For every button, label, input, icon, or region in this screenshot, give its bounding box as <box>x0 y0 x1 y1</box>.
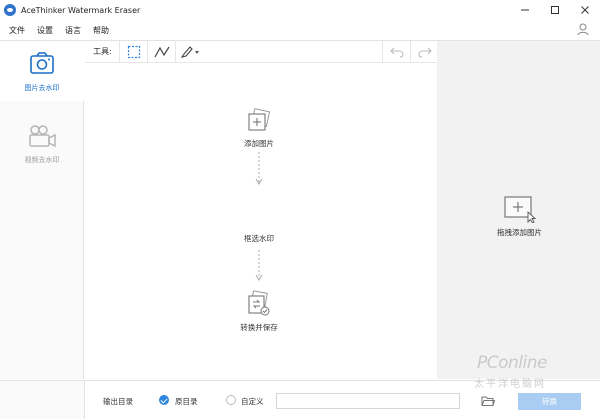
window-controls <box>510 0 600 20</box>
sidebar-item-label: 图片去水印 <box>24 84 60 92</box>
sidebar-item-image-watermark[interactable]: 图片去水印 <box>0 41 84 101</box>
drop-label: 拖拽添加图片 <box>497 228 542 237</box>
sidebar-item-label: 视频去水印 <box>24 156 60 164</box>
sidebar-item-video-watermark[interactable]: 视频去水印 <box>0 113 84 173</box>
title-bar: AceThinker Watermark Eraser <box>0 0 600 20</box>
tool-bar: 工具: <box>85 40 438 63</box>
undo-icon <box>389 47 404 58</box>
workflow-canvas: 添加图片 框选水印 转换并保存 <box>85 64 437 379</box>
rect-select-button[interactable] <box>119 40 147 63</box>
step-label: 添加图片 <box>244 139 274 148</box>
image-icon <box>27 49 57 79</box>
brush-icon <box>180 45 199 58</box>
step-select-watermark: 框选水印 <box>219 229 299 244</box>
step-label: 转换并保存 <box>240 323 278 332</box>
output-dir-label: 输出目录 <box>103 397 133 406</box>
output-footer: 输出目录 原目录 自定义 转换 <box>85 380 600 419</box>
drop-panel[interactable]: 拖拽添加图片 <box>437 41 600 379</box>
convert-save-icon <box>248 290 270 316</box>
undo-button[interactable] <box>382 41 410 63</box>
drop-zone[interactable]: 拖拽添加图片 <box>482 195 557 238</box>
menu-language[interactable]: 语言 <box>65 25 81 36</box>
flow-arrow-icon <box>255 250 263 281</box>
brush-button[interactable] <box>175 40 203 63</box>
maximize-button[interactable] <box>540 0 570 20</box>
footer-sidebar-area <box>0 380 85 419</box>
video-camera-icon <box>27 121 57 151</box>
menu-bar: 文件 设置 语言 帮助 <box>0 20 600 40</box>
radio-custom-dir[interactable] <box>226 395 236 405</box>
folder-icon[interactable] <box>481 394 495 408</box>
maximize-icon <box>551 6 559 14</box>
menu-file[interactable]: 文件 <box>9 25 25 36</box>
rect-select-icon <box>127 45 140 58</box>
radio-custom-label: 自定义 <box>241 397 264 406</box>
menu-settings[interactable]: 设置 <box>37 25 53 36</box>
polyline-icon <box>153 46 170 57</box>
app-logo-icon <box>4 4 16 16</box>
user-icon[interactable] <box>576 22 590 36</box>
step-label: 框选水印 <box>244 234 274 243</box>
flow-arrow-icon <box>255 152 263 185</box>
step-add-image: 添加图片 <box>219 108 299 149</box>
polyline-button[interactable] <box>147 40 175 63</box>
minimize-icon <box>521 9 529 11</box>
close-button[interactable] <box>570 0 600 20</box>
tools-label: 工具: <box>93 47 112 56</box>
radio-original-dir[interactable] <box>159 395 169 405</box>
menu-help[interactable]: 帮助 <box>93 25 109 36</box>
convert-button[interactable]: 转换 <box>518 393 581 410</box>
step-convert-save: 转换并保存 <box>219 290 299 333</box>
drop-add-icon <box>503 196 536 223</box>
minimize-button[interactable] <box>510 0 540 20</box>
close-icon <box>581 6 589 14</box>
add-image-icon <box>248 108 271 131</box>
output-path-input[interactable] <box>276 393 460 409</box>
window-title: AceThinker Watermark Eraser <box>21 5 141 15</box>
redo-button[interactable] <box>410 41 438 63</box>
sidebar: 图片去水印 视频去水印 <box>0 41 84 379</box>
redo-icon <box>417 47 432 58</box>
radio-original-label: 原目录 <box>175 397 198 406</box>
